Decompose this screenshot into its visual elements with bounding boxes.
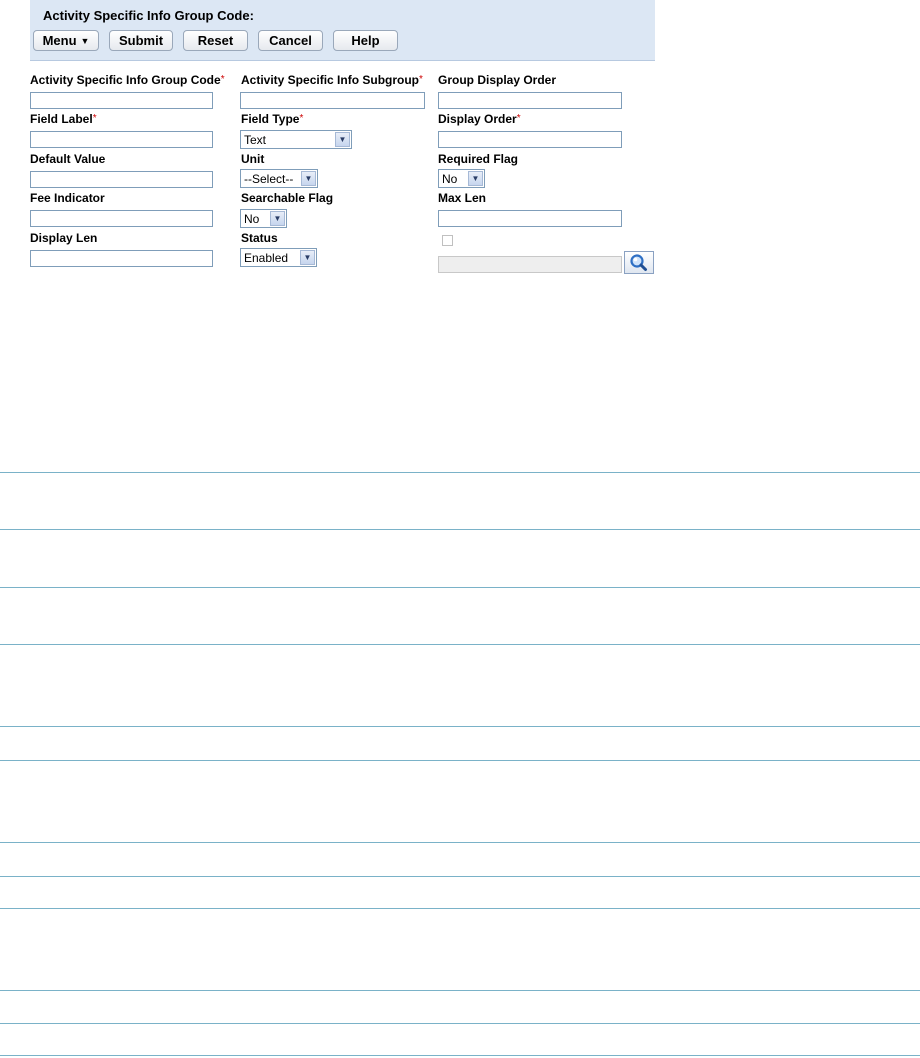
group-code-label-text: Activity Specific Info Group Code xyxy=(30,73,221,87)
searchable-flag-select[interactable]: No ▼ xyxy=(240,209,287,228)
magnifier-icon xyxy=(630,254,647,271)
divider xyxy=(0,760,920,761)
max-len-label: Max Len xyxy=(438,191,487,205)
required-flag-selected: No xyxy=(442,172,458,186)
cancel-button[interactable]: Cancel xyxy=(258,30,323,51)
lookup-button[interactable] xyxy=(624,251,654,274)
menu-button-label: Menu xyxy=(42,33,77,48)
display-order-label: Display Order* xyxy=(438,112,521,126)
lookup-input[interactable] xyxy=(438,256,622,273)
searchable-flag-selected: No xyxy=(244,212,260,226)
divider xyxy=(0,472,920,473)
chevron-down-icon[interactable]: ▼ xyxy=(300,250,315,265)
divider xyxy=(0,726,920,727)
divider xyxy=(0,990,920,991)
divider xyxy=(0,529,920,530)
required-flag-label: Required Flag xyxy=(438,152,519,166)
required-marker: * xyxy=(299,113,304,124)
field-type-label-text: Field Type xyxy=(241,112,300,126)
default-value-label: Default Value xyxy=(30,152,106,166)
display-len-label: Display Len xyxy=(30,231,98,245)
subgroup-label: Activity Specific Info Subgroup* xyxy=(241,73,423,87)
group-code-input[interactable] xyxy=(30,92,213,109)
fee-indicator-input[interactable] xyxy=(30,210,213,227)
divider xyxy=(0,876,920,877)
chevron-down-icon[interactable]: ▼ xyxy=(468,171,483,186)
help-button[interactable]: Help xyxy=(333,30,398,51)
chevron-down-icon[interactable]: ▼ xyxy=(270,211,285,226)
max-len-input[interactable] xyxy=(438,210,622,227)
field-label-label-text: Field Label xyxy=(30,112,93,126)
display-order-input[interactable] xyxy=(438,131,622,148)
fee-indicator-label: Fee Indicator xyxy=(30,191,105,205)
lookup-checkbox[interactable] xyxy=(442,235,453,246)
required-marker: * xyxy=(516,113,521,124)
searchable-flag-label: Searchable Flag xyxy=(241,191,334,205)
unit-selected: --Select-- xyxy=(244,172,294,186)
required-marker: * xyxy=(419,74,423,85)
group-code-label: Activity Specific Info Group Code* xyxy=(30,73,225,87)
default-value-input[interactable] xyxy=(30,171,213,188)
field-label-input[interactable] xyxy=(30,131,213,148)
divider xyxy=(0,1055,920,1056)
status-select[interactable]: Enabled ▼ xyxy=(240,248,317,267)
menu-arrow-icon: ▼ xyxy=(80,36,90,46)
unit-select[interactable]: --Select-- ▼ xyxy=(240,169,318,188)
divider xyxy=(0,908,920,909)
display-len-input[interactable] xyxy=(30,250,213,267)
required-marker: * xyxy=(92,113,97,124)
unit-label: Unit xyxy=(241,152,265,166)
status-label: Status xyxy=(241,231,278,245)
reset-button[interactable]: Reset xyxy=(183,30,248,51)
submit-button[interactable]: Submit xyxy=(109,30,173,51)
menu-button[interactable]: Menu ▼ xyxy=(33,30,99,51)
field-type-select[interactable]: Text ▼ xyxy=(240,130,352,149)
required-flag-select[interactable]: No ▼ xyxy=(438,169,485,188)
divider xyxy=(0,842,920,843)
chevron-down-icon[interactable]: ▼ xyxy=(301,171,316,186)
divider xyxy=(0,644,920,645)
group-display-order-label: Group Display Order xyxy=(438,73,557,87)
subgroup-label-text: Activity Specific Info Subgroup xyxy=(241,73,420,87)
form-header: Activity Specific Info Group Code: Menu ▼… xyxy=(30,0,655,61)
required-marker: * xyxy=(220,74,225,85)
page-title: Activity Specific Info Group Code: xyxy=(43,8,254,23)
divider xyxy=(0,587,920,588)
chevron-down-icon[interactable]: ▼ xyxy=(335,132,350,147)
field-label-label: Field Label* xyxy=(30,112,97,126)
subgroup-input[interactable] xyxy=(240,92,425,109)
status-selected: Enabled xyxy=(244,251,289,265)
divider xyxy=(0,1023,920,1024)
field-type-label: Field Type* xyxy=(241,112,303,126)
group-display-order-input[interactable] xyxy=(438,92,622,109)
display-order-label-text: Display Order xyxy=(438,112,517,126)
field-type-selected: Text xyxy=(244,133,267,147)
